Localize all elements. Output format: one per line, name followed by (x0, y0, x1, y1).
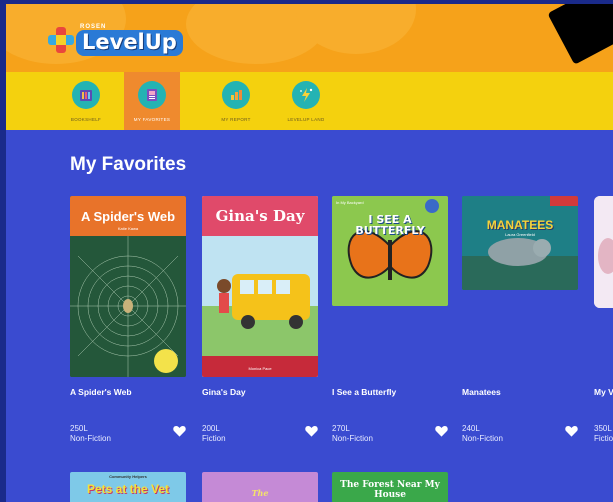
book-cover[interactable]: Gina's Day Monica Pace (202, 196, 318, 377)
logo-name: LevelUp (76, 30, 183, 56)
book-cover[interactable]: MANATEES Laura Greenfield (462, 196, 578, 290)
cover-title: MANATEES (486, 218, 554, 232)
cover-series: Community Helpers (109, 474, 147, 479)
favorite-heart-icon[interactable] (435, 425, 448, 437)
nav-bar: BOOKSHELF MY FAVORITES MY REPORT LEVELUP… (6, 72, 613, 130)
book-level: 250L (70, 424, 88, 433)
corner-black-shape (547, 4, 613, 65)
favorite-heart-icon[interactable] (173, 425, 186, 437)
favorite-heart-icon[interactable] (305, 425, 318, 437)
cover-author: Laura Greenfield (505, 232, 535, 237)
header-cloud-decoration (296, 4, 416, 54)
nav-item-levelup-land[interactable]: LEVELUP LAND (278, 72, 334, 130)
book-cover[interactable]: In My Backyard I SEE A BUTTERFLY (332, 196, 448, 306)
book-cover[interactable]: The Forest Near My House (332, 472, 448, 502)
nav-label: MY REPORT (221, 117, 251, 122)
book-genre: Non-Fiction (462, 434, 503, 443)
book-cover[interactable]: Community Helpers Pets at the Vet (70, 472, 186, 502)
book-genre: Non-Fiction (70, 434, 111, 443)
page-title: My Favorites (70, 154, 187, 175)
book-title[interactable]: My V (594, 387, 613, 397)
book-cover[interactable]: The (202, 472, 318, 502)
book-title[interactable]: Manatees (462, 387, 501, 397)
book-card[interactable]: MANATEES Laura Greenfield Manatees 240L … (462, 196, 578, 443)
book-card[interactable]: Gina's Day Monica Pace Gina's Day 200L F… (202, 196, 318, 443)
nav-item-my-report[interactable]: MY REPORT (208, 72, 264, 130)
book-level: 350L (594, 424, 612, 433)
header-bar: ROSEN LevelUp (6, 4, 613, 72)
book-level: 200L (202, 424, 220, 433)
book-card[interactable]: My V 350L Fiction (594, 196, 613, 443)
cover-title: The (251, 488, 269, 498)
book-cover[interactable]: A Spider's Web Katie Kawa (70, 196, 186, 377)
cover-title: I SEE A BUTTERFLY (355, 213, 425, 237)
book-card[interactable]: A Spider's Web Katie Kawa A Spider's Web… (70, 196, 186, 443)
cover-author: Katie Kawa (117, 226, 139, 231)
app-window: ROSEN LevelUp BOOKSHELF MY FAVORITES MY … (6, 4, 613, 502)
logo-plus-icon (48, 27, 74, 53)
favorite-heart-icon[interactable] (565, 425, 578, 437)
nav-item-bookshelf[interactable]: BOOKSHELF (58, 72, 114, 130)
book-level: 270L (332, 424, 350, 433)
nav-label: LEVELUP LAND (287, 117, 325, 122)
cover-author: Monica Pace (248, 366, 272, 371)
nav-label: BOOKSHELF (70, 117, 102, 122)
book-genre: Fiction (594, 434, 613, 443)
cover-title: Gina's Day (215, 206, 305, 225)
book-title[interactable]: A Spider's Web (70, 387, 132, 397)
book-genre: Non-Fiction (332, 434, 373, 443)
report-icon (222, 81, 250, 109)
cover-series: In My Backyard (336, 200, 364, 205)
book-level: 240L (462, 424, 480, 433)
nav-label: MY FAVORITES (133, 117, 171, 122)
book-card[interactable]: In My Backyard I SEE A BUTTERFLY I See a… (332, 196, 448, 443)
cover-title: The Forest Near My House (340, 480, 440, 500)
book-title[interactable]: I See a Butterfly (332, 387, 396, 397)
bookshelf-icon (72, 81, 100, 109)
levelup-land-icon (292, 81, 320, 109)
book-title[interactable]: Gina's Day (202, 387, 246, 397)
nav-item-my-favorites[interactable]: MY FAVORITES (124, 72, 180, 130)
levelup-logo[interactable]: ROSEN LevelUp (48, 22, 183, 58)
favorites-icon (138, 81, 166, 109)
book-cover[interactable] (594, 196, 613, 308)
screen-frame: ROSEN LevelUp BOOKSHELF MY FAVORITES MY … (0, 0, 613, 502)
cover-title: Pets at the Vet (86, 482, 170, 496)
book-genre: Fiction (202, 434, 226, 443)
